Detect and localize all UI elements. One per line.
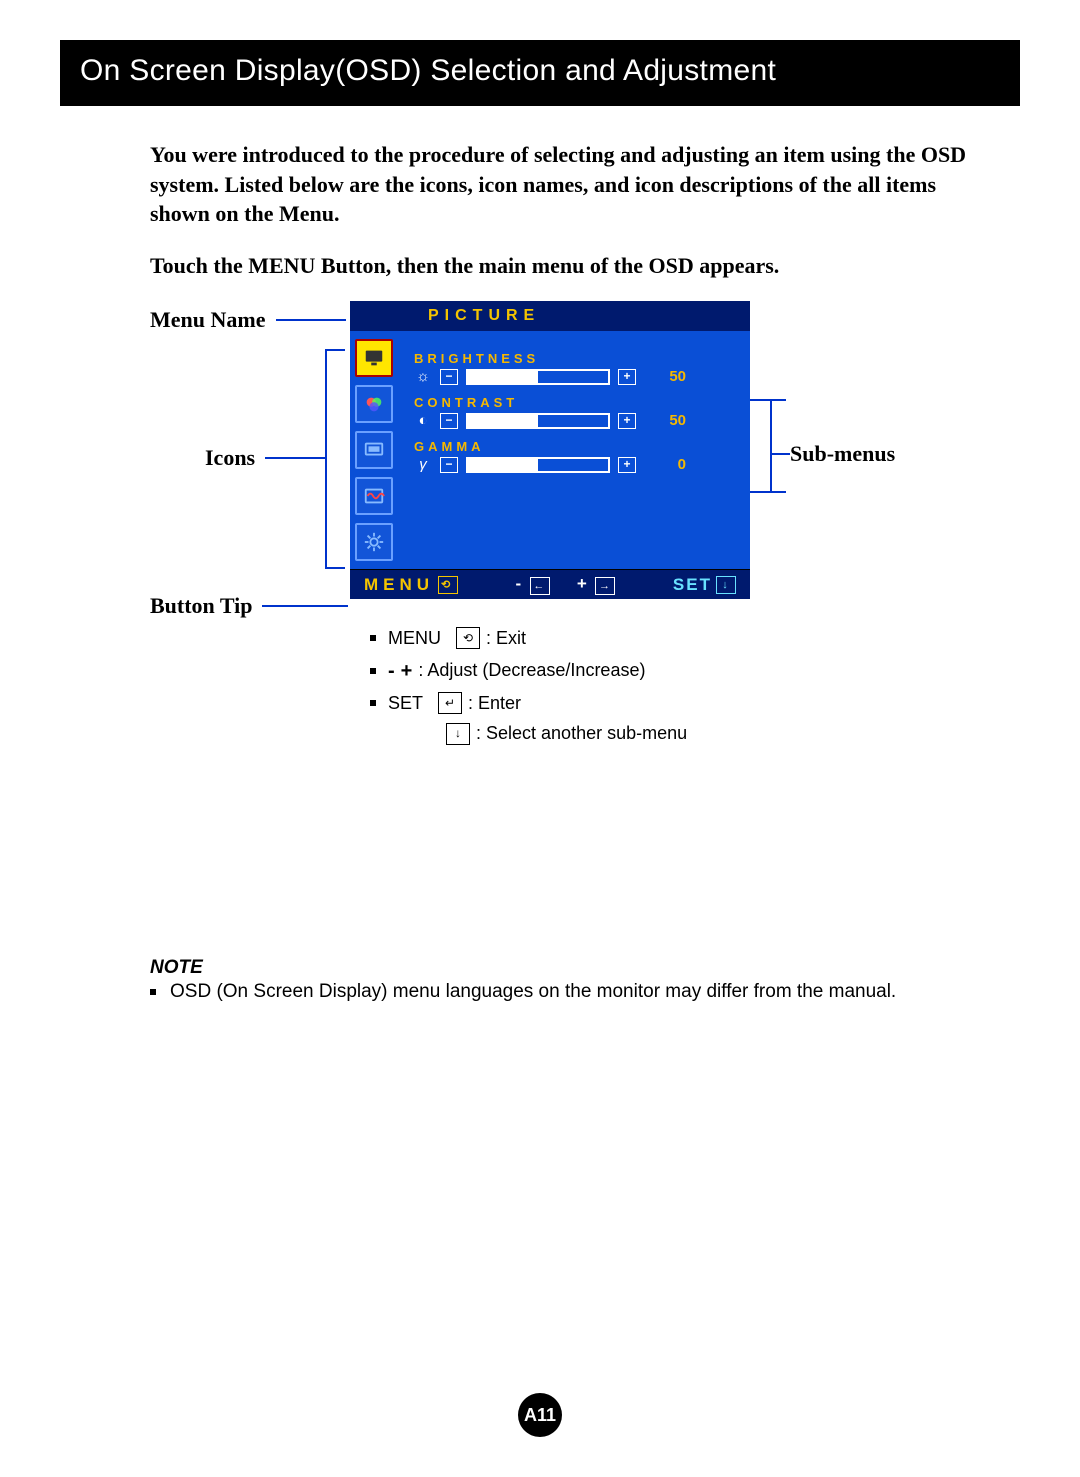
minus-box-icon[interactable]: − bbox=[440, 369, 458, 385]
submenu-row: γ − + 0 bbox=[414, 456, 738, 473]
plus-icon: + bbox=[401, 654, 413, 688]
down-key-icon: ↓ bbox=[716, 576, 736, 594]
plus-box-icon[interactable]: + bbox=[618, 369, 636, 385]
page-title: On Screen Display(OSD) Selection and Adj… bbox=[80, 54, 776, 87]
wave-glyph bbox=[363, 485, 385, 507]
gamma-icon: γ bbox=[414, 456, 432, 473]
note-row: OSD (On Screen Display) menu languages o… bbox=[150, 981, 1020, 1003]
footer-plus: + bbox=[577, 574, 589, 593]
gear-icon[interactable] bbox=[355, 523, 393, 561]
screen-icon[interactable] bbox=[355, 431, 393, 469]
palette-glyph bbox=[363, 393, 385, 415]
plus-box-icon[interactable]: + bbox=[618, 413, 636, 429]
bullet-icon bbox=[370, 668, 376, 674]
submenu-row: ☼ − + 50 bbox=[414, 368, 738, 385]
picture-icon[interactable] bbox=[355, 339, 393, 377]
osd-main-panel: BRIGHTNESS ☼ − + 50 CONTRAST ◐ bbox=[398, 331, 750, 569]
callout-line bbox=[325, 349, 345, 351]
legend-row: ↓ : Select another sub-menu bbox=[370, 718, 687, 749]
label-menu-name: Menu Name bbox=[150, 307, 265, 333]
osd-menu-name: PICTURE bbox=[428, 307, 540, 324]
bullet-icon bbox=[370, 700, 376, 706]
brightness-value: 50 bbox=[654, 368, 686, 385]
callout-line bbox=[770, 399, 772, 493]
bullet-icon bbox=[370, 635, 376, 641]
manual-page: On Screen Display(OSD) Selection and Adj… bbox=[0, 0, 1080, 1477]
footer-menu-label: MENU bbox=[364, 575, 434, 595]
submenu-contrast: CONTRAST ◐ − + 50 bbox=[414, 395, 738, 429]
osd-sidebar bbox=[350, 331, 398, 569]
footer-adjust: - ← + → bbox=[516, 574, 616, 595]
label-icons: Icons bbox=[205, 445, 255, 471]
osd-body: BRIGHTNESS ☼ − + 50 CONTRAST ◐ bbox=[350, 331, 750, 570]
page-number-badge: A11 bbox=[518, 1393, 562, 1437]
return-key-icon: ⟲ bbox=[456, 627, 480, 649]
contrast-value: 50 bbox=[654, 412, 686, 429]
gamma-slider[interactable] bbox=[466, 457, 610, 473]
plus-box-icon[interactable]: + bbox=[618, 457, 636, 473]
monitor-glyph bbox=[363, 347, 385, 369]
button-legend: MENU ⟲ : Exit - + : Adjust (Decrease/Inc… bbox=[370, 623, 687, 749]
rgb-icon[interactable] bbox=[355, 385, 393, 423]
gear-glyph bbox=[363, 531, 385, 553]
legend-prefix: SET bbox=[388, 688, 432, 719]
intro-paragraph: You were introduced to the procedure of … bbox=[150, 140, 970, 229]
callout-line bbox=[750, 491, 786, 493]
page-number: A11 bbox=[524, 1405, 556, 1426]
return-key-icon: ⟲ bbox=[438, 576, 458, 594]
instruction-paragraph: Touch the MENU Button, then the main men… bbox=[150, 253, 1020, 279]
right-key-icon: → bbox=[595, 577, 615, 595]
contrast-slider[interactable] bbox=[466, 413, 610, 429]
legend-text: : Adjust (Decrease/Increase) bbox=[418, 655, 645, 686]
minus-box-icon[interactable]: − bbox=[440, 413, 458, 429]
submenu-brightness: BRIGHTNESS ☼ − + 50 bbox=[414, 351, 738, 385]
note-heading: NOTE bbox=[150, 957, 1020, 979]
callout-line bbox=[276, 319, 346, 321]
wave-icon[interactable] bbox=[355, 477, 393, 515]
bullet-icon bbox=[150, 989, 156, 995]
callout-line bbox=[750, 399, 786, 401]
legend-row: - + : Adjust (Decrease/Increase) bbox=[370, 654, 687, 688]
legend-text: : Select another sub-menu bbox=[476, 718, 687, 749]
osd-diagram: Menu Name Icons Button Tip Sub-menus PIC… bbox=[150, 297, 1030, 747]
minus-box-icon[interactable]: − bbox=[440, 457, 458, 473]
footer-set-label: SET bbox=[673, 575, 712, 595]
osd-header: PICTURE bbox=[350, 301, 750, 331]
footer-minus: - bbox=[516, 574, 524, 593]
submenu-gamma: GAMMA γ − + 0 bbox=[414, 439, 738, 473]
submenu-title: CONTRAST bbox=[414, 395, 738, 410]
osd-footer: MENU ⟲ - ← + → SET ↓ bbox=[350, 570, 750, 599]
submenu-row: ◐ − + 50 bbox=[414, 412, 738, 429]
footer-menu: MENU ⟲ bbox=[364, 575, 458, 595]
left-key-icon: ← bbox=[530, 577, 550, 595]
submenu-title: BRIGHTNESS bbox=[414, 351, 738, 366]
note-block: NOTE OSD (On Screen Display) menu langua… bbox=[150, 957, 1020, 1003]
osd-window: PICTURE bbox=[350, 301, 750, 599]
callout-line bbox=[770, 453, 790, 455]
callout-line bbox=[265, 457, 325, 459]
contrast-icon: ◐ bbox=[414, 412, 432, 429]
legend-row: SET ↵ : Enter bbox=[370, 688, 687, 719]
callout-line bbox=[262, 605, 348, 607]
screen-glyph bbox=[363, 439, 385, 461]
brightness-slider[interactable] bbox=[466, 369, 610, 385]
note-text: OSD (On Screen Display) menu languages o… bbox=[170, 981, 896, 1003]
callout-line bbox=[325, 349, 327, 569]
legend-text: : Enter bbox=[468, 688, 521, 719]
gamma-value: 0 bbox=[654, 456, 686, 473]
submenu-title: GAMMA bbox=[414, 439, 738, 454]
legend-prefix: MENU bbox=[388, 623, 450, 654]
brightness-icon: ☼ bbox=[414, 368, 432, 385]
enter-key-icon: ↵ bbox=[438, 692, 462, 714]
down-key-icon: ↓ bbox=[446, 723, 470, 745]
label-sub-menus: Sub-menus bbox=[790, 441, 895, 467]
footer-set: SET ↓ bbox=[673, 575, 736, 595]
minus-icon: - bbox=[388, 654, 395, 688]
label-button-tip: Button Tip bbox=[150, 593, 253, 619]
legend-row: MENU ⟲ : Exit bbox=[370, 623, 687, 654]
callout-line bbox=[325, 567, 345, 569]
page-title-bar: On Screen Display(OSD) Selection and Adj… bbox=[60, 40, 1020, 106]
legend-text: : Exit bbox=[486, 623, 526, 654]
